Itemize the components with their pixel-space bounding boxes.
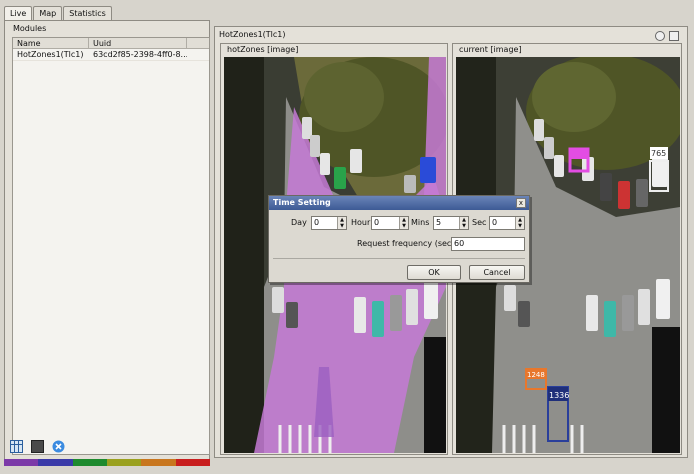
hour-value: 0 xyxy=(374,218,380,227)
color-swatch xyxy=(72,459,107,466)
tracked-id-label: 765 xyxy=(651,149,666,158)
restore-icon[interactable] xyxy=(669,31,679,41)
color-swatch xyxy=(4,459,39,466)
tracked-id-label: 1248 xyxy=(527,371,545,379)
table-row[interactable]: HotZones1(Tlc1) 63cd2f85-2398-4ff0-8... xyxy=(13,49,209,61)
spin-arrows-icon[interactable]: ▲ ▼ xyxy=(459,217,468,229)
module-uuid-cell: 63cd2f85-2398-4ff0-8... xyxy=(93,50,187,59)
modules-group-label: Modules xyxy=(13,24,47,33)
sec-spinbox[interactable]: 0 ▲ ▼ xyxy=(489,216,525,230)
close-icon[interactable]: x xyxy=(516,198,526,208)
day-spinbox[interactable]: 0 ▲ ▼ xyxy=(311,216,347,230)
spin-arrows-icon[interactable]: ▲ ▼ xyxy=(515,217,524,229)
mins-label: Mins xyxy=(411,218,430,227)
modules-table: Name Uuid HotZones1(Tlc1) 63cd2f85-2398-… xyxy=(12,37,210,455)
time-setting-dialog: Time Setting x Day 0 ▲ ▼ Hour 0 ▲ ▼ Mins 5… xyxy=(268,195,530,283)
tab-live[interactable]: Live xyxy=(4,6,33,21)
tab-map[interactable]: Map xyxy=(33,6,63,20)
bottom-toolbar xyxy=(10,440,65,453)
grid-view-icon[interactable] xyxy=(10,440,23,453)
hour-spinbox[interactable]: 0 ▲ ▼ xyxy=(371,216,409,230)
color-swatch xyxy=(38,459,73,466)
color-swatch xyxy=(106,459,142,466)
close-circle-icon[interactable] xyxy=(52,440,65,453)
current-view-label: current [image] xyxy=(459,45,522,54)
viewer-window-controls xyxy=(655,31,679,41)
spin-arrows-icon[interactable]: ▲ ▼ xyxy=(337,217,346,229)
day-value: 0 xyxy=(314,218,320,227)
dialog-separator xyxy=(273,258,525,259)
stop-icon[interactable] xyxy=(31,440,44,453)
mins-value: 5 xyxy=(436,218,442,227)
hour-label: Hour xyxy=(351,218,371,227)
dialog-title: Time Setting xyxy=(269,196,529,210)
main-tabs: Live Map Statistics xyxy=(4,6,113,21)
color-swatch xyxy=(175,459,210,466)
spin-arrows-icon[interactable]: ▲ ▼ xyxy=(399,217,408,229)
tab-statistics[interactable]: Statistics xyxy=(63,6,112,20)
request-frequency-input[interactable]: 60 xyxy=(451,237,525,251)
table-header: Name Uuid xyxy=(13,38,209,49)
time-fields-row: Day 0 ▲ ▼ Hour 0 ▲ ▼ Mins 5 ▲ ▼ Sec 0 ▲ ▼ xyxy=(269,216,529,230)
sec-value: 0 xyxy=(492,218,498,227)
hotzones-view-label: hotZones [image] xyxy=(227,45,299,54)
tracked-id-label: 1336 xyxy=(549,391,569,400)
detection-label-box xyxy=(570,149,588,159)
color-swatch xyxy=(141,459,176,466)
column-header-name[interactable]: Name xyxy=(13,38,89,48)
column-header-filler xyxy=(187,38,209,48)
ok-button[interactable]: OK xyxy=(407,265,461,280)
mins-spinbox[interactable]: 5 ▲ ▼ xyxy=(433,216,469,230)
refresh-icon[interactable] xyxy=(655,31,665,41)
column-header-uuid[interactable]: Uuid xyxy=(89,38,187,48)
sec-label: Sec xyxy=(472,218,487,227)
viewer-title: HotZones1(Tlc1) xyxy=(219,30,286,39)
day-label: Day xyxy=(291,218,307,227)
color-strip xyxy=(4,459,210,466)
request-frequency-label: Request frequency (sec) xyxy=(357,239,455,248)
modules-panel: Modules Name Uuid HotZones1(Tlc1) 63cd2f… xyxy=(4,20,210,466)
module-name-cell: HotZones1(Tlc1) xyxy=(17,50,84,59)
cancel-button[interactable]: Cancel xyxy=(469,265,525,280)
